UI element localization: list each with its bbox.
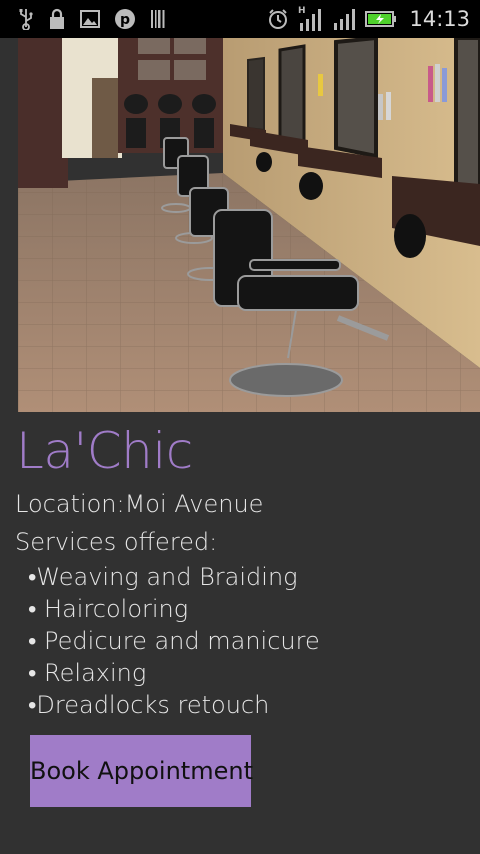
salon-name: La'Chic	[16, 422, 193, 480]
signal-icon: H	[297, 5, 325, 33]
alarm-icon	[267, 8, 289, 30]
pinterest-icon: p	[114, 8, 136, 30]
book-appointment-button[interactable]: Book Appointment	[30, 735, 253, 807]
services-heading: Services offered:	[15, 528, 218, 556]
status-bar: p H 14:13	[0, 0, 480, 38]
salon-photo	[18, 38, 480, 412]
usb-icon	[18, 8, 34, 30]
svg-text:p: p	[120, 12, 130, 28]
service-item: •Dreadlocks retouch	[28, 691, 270, 719]
service-item: •Weaving and Braiding	[28, 563, 298, 591]
signal-icon	[333, 7, 357, 31]
barcode-icon	[150, 9, 166, 29]
service-item: • Relaxing	[28, 659, 147, 687]
services-list: •Weaving and Braiding • Haircoloring • P…	[28, 561, 320, 721]
battery-charging-icon	[365, 10, 397, 28]
image-icon	[80, 10, 100, 28]
network-type-label: H	[298, 6, 306, 16]
lock-icon	[48, 8, 66, 30]
clock: 14:13	[409, 7, 470, 31]
service-item: • Pedicure and manicure	[28, 627, 320, 655]
salon-location: Location:Moi Avenue	[15, 490, 264, 518]
service-item: • Haircoloring	[28, 595, 189, 623]
